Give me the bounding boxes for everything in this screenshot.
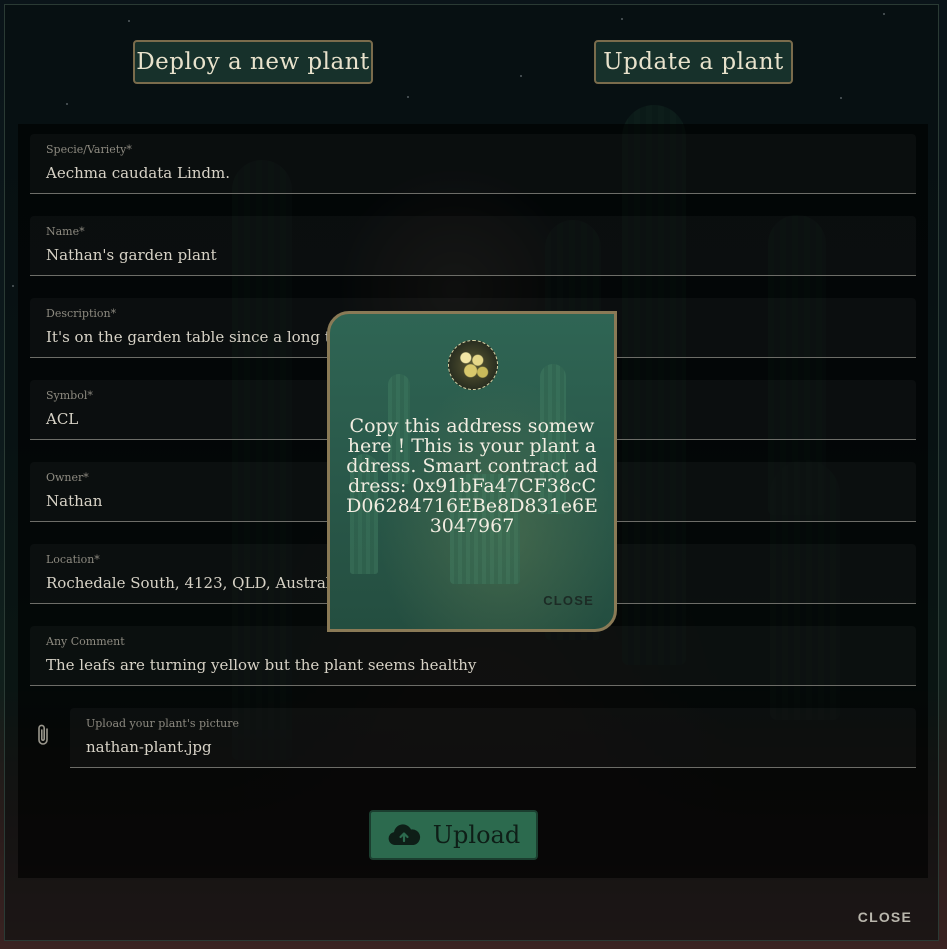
- owner-input[interactable]: Nathan: [46, 492, 102, 510]
- location-input[interactable]: Rochedale South, 4123, QLD, Australia: [46, 574, 344, 592]
- comment-input[interactable]: The leafs are turning yellow but the pla…: [46, 656, 476, 674]
- popup-close-button[interactable]: CLOSE: [543, 593, 594, 608]
- comment-label: Any Comment: [46, 635, 125, 648]
- seed-pod-icon: [448, 340, 498, 390]
- paperclip-icon[interactable]: [34, 722, 52, 748]
- specie-input[interactable]: Aechma caudata Lindm.: [46, 164, 230, 182]
- name-label: Name*: [46, 225, 85, 238]
- name-input[interactable]: Nathan's garden plant: [46, 246, 217, 264]
- symbol-input[interactable]: ACL: [46, 410, 78, 428]
- cloud-upload-icon: [388, 824, 420, 845]
- location-label: Location*: [46, 553, 100, 566]
- dialog-close-button[interactable]: CLOSE: [858, 909, 912, 925]
- picture-upload-field[interactable]: Upload your plant's picture nathan-plant…: [70, 708, 916, 768]
- owner-label: Owner*: [46, 471, 89, 484]
- picture-label: Upload your plant's picture: [86, 717, 240, 730]
- symbol-label: Symbol*: [46, 389, 93, 402]
- picture-file-input[interactable]: nathan-plant.jpg: [86, 738, 212, 756]
- deploy-new-plant-button[interactable]: Deploy a new plant: [133, 40, 373, 84]
- contract-address-message: Copy this address somewhere ! This is yo…: [346, 415, 598, 537]
- upload-button[interactable]: Upload: [369, 810, 538, 860]
- address-popup: Copy this address somewhere ! This is yo…: [327, 311, 617, 632]
- comment-field[interactable]: Any Comment The leafs are turning yellow…: [30, 626, 916, 686]
- specie-field[interactable]: Specie/Variety* Aechma caudata Lindm.: [30, 134, 916, 194]
- update-plant-button[interactable]: Update a plant: [594, 40, 793, 84]
- upload-label: Upload: [432, 821, 521, 849]
- name-field[interactable]: Name* Nathan's garden plant: [30, 216, 916, 276]
- description-label: Description*: [46, 307, 117, 320]
- specie-label: Specie/Variety*: [46, 143, 132, 156]
